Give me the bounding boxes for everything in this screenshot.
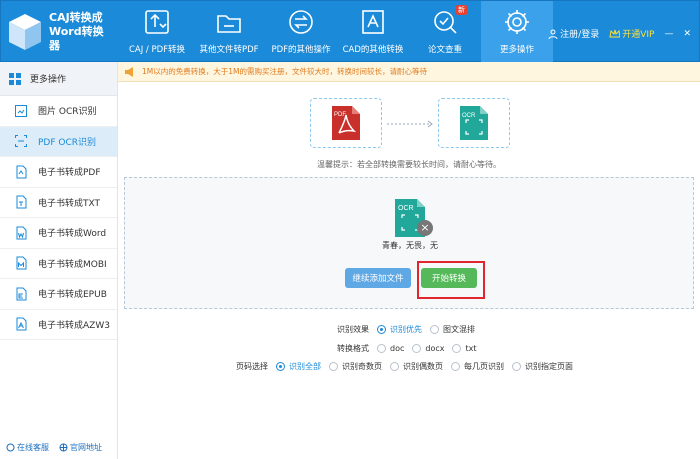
ocr-file-icon: OCR: [460, 106, 488, 140]
folder-icon: [217, 15, 241, 33]
radio-pages-interval[interactable]: 每几页识别: [451, 361, 504, 372]
sidebar: 更多操作 图片 OCR识别 PDF OCR识别 电子书转成PDF 电子书转成TX…: [0, 62, 118, 459]
pdf-file-icon: PDF: [332, 106, 360, 140]
radio-format-doc[interactable]: doc: [377, 344, 404, 353]
nav-more-ops[interactable]: 更多操作: [481, 1, 553, 63]
nav-other-to-pdf[interactable]: 其他文件转PDF: [193, 1, 265, 63]
radio-format-docx[interactable]: docx: [412, 344, 444, 353]
vip-link[interactable]: 开通VIP: [609, 27, 654, 40]
epub-file-icon: [16, 287, 27, 301]
sidebar-item-image-ocr[interactable]: 图片 OCR识别: [0, 96, 117, 127]
nav-cad-convert[interactable]: CAD的其他转换: [337, 1, 409, 63]
pdf-scan-icon: [15, 135, 27, 148]
notice-bar: 1M以内的免费转换，大于1M的需购买注册，文件较大时，转换时间较长，请耐心等待: [118, 62, 700, 82]
app-name: CAJ转换成 Word转换 器: [49, 11, 104, 52]
radio-format-txt[interactable]: txt: [452, 344, 477, 353]
cad-icon: [362, 10, 384, 34]
nav-paper-check[interactable]: 论文查重 新: [409, 1, 481, 63]
radio-effect-mixed[interactable]: 图文混排: [430, 324, 475, 335]
svg-text:PDF: PDF: [334, 112, 346, 118]
nav-pdf-other[interactable]: PDF的其他操作: [265, 1, 337, 63]
cube-logo-icon: [9, 14, 41, 50]
radio-pages-all[interactable]: 识别全部: [276, 361, 321, 372]
app-header: CAJ转换成 Word转换 器 CAJ / PDF转换 其他文件转PDF PDF…: [0, 0, 700, 63]
source-format-box: PDF: [310, 98, 382, 148]
swap-icon: [289, 10, 313, 34]
image-scan-icon: [15, 104, 27, 117]
target-format-box: OCR: [438, 98, 510, 148]
megaphone-icon: [125, 66, 133, 77]
gear-icon: [505, 10, 529, 34]
mobi-file-icon: [16, 256, 27, 270]
start-convert-button[interactable]: 开始转换: [421, 268, 477, 288]
login-link[interactable]: 注册/登录: [548, 27, 599, 40]
sidebar-item-ebook-azw3[interactable]: 电子书转成AZW3: [0, 310, 117, 340]
remove-file-button[interactable]: ×: [417, 220, 433, 236]
official-site-link[interactable]: 官网地址: [59, 442, 102, 453]
svg-text:OCR: OCR: [462, 113, 476, 119]
sidebar-item-pdf-ocr[interactable]: PDF OCR识别: [0, 126, 117, 157]
azw3-file-icon: [16, 317, 27, 331]
pdf-file-icon: [16, 165, 27, 179]
radio-pages-odd[interactable]: 识别奇数页: [329, 361, 382, 372]
sidebar-item-ebook-pdf[interactable]: 电子书转成PDF: [0, 157, 117, 188]
sidebar-item-ebook-mobi[interactable]: 电子书转成MOBI: [0, 249, 117, 279]
grid-icon: [9, 72, 21, 85]
app-logo: CAJ转换成 Word转换 器: [7, 7, 117, 57]
txt-file-icon: [16, 195, 27, 209]
effect-options: 识别效果 识别优先 图文混排: [337, 324, 475, 335]
radio-effect-recognition[interactable]: 识别优先: [377, 324, 422, 335]
tip-text: 温馨提示：若全部转换需要较长时间，请耐心等待。: [317, 160, 501, 169]
format-options: 转换格式 doc docx txt: [337, 344, 477, 353]
page-options: 页码选择 识别全部 识别奇数页 识别偶数页 每几页识别 识别指定页面: [236, 361, 573, 372]
word-file-icon: [16, 226, 27, 240]
headset-icon: [6, 443, 15, 452]
sidebar-footer: 在线客服 官网地址: [6, 442, 102, 453]
sidebar-item-ebook-txt[interactable]: 电子书转成TXT: [0, 188, 117, 218]
add-more-files-button[interactable]: 继续添加文件: [345, 268, 411, 288]
convert-icon: [145, 10, 169, 34]
sidebar-item-ebook-word[interactable]: 电子书转成Word: [0, 218, 117, 249]
conversion-flow: PDF OCR: [310, 98, 510, 148]
minimize-button[interactable]: —: [664, 29, 673, 39]
user-icon: [548, 29, 558, 39]
svg-text:OCR: OCR: [398, 205, 414, 212]
user-area: 注册/登录 开通VIP — ✕: [548, 27, 691, 40]
flow-arrow-icon: [387, 120, 433, 128]
crown-icon: [609, 29, 621, 37]
close-button[interactable]: ✕: [683, 29, 691, 39]
new-badge: 新: [456, 5, 467, 15]
nav-caj-pdf[interactable]: CAJ / PDF转换: [121, 1, 193, 63]
globe-icon: [59, 443, 68, 452]
radio-pages-specific[interactable]: 识别指定页面: [512, 361, 573, 372]
main-nav: CAJ / PDF转换 其他文件转PDF PDF的其他操作 CAD的其他转换 论…: [121, 1, 553, 63]
file-drop-zone[interactable]: OCR × 青春，无畏，无 继续添加文件 开始转换: [124, 177, 694, 309]
radio-pages-even[interactable]: 识别偶数页: [390, 361, 443, 372]
sidebar-header: 更多操作: [0, 62, 117, 96]
online-service-link[interactable]: 在线客服: [6, 442, 49, 453]
sidebar-item-ebook-epub[interactable]: 电子书转成EPUB: [0, 279, 117, 310]
file-name: 青春，无畏，无: [382, 241, 438, 250]
